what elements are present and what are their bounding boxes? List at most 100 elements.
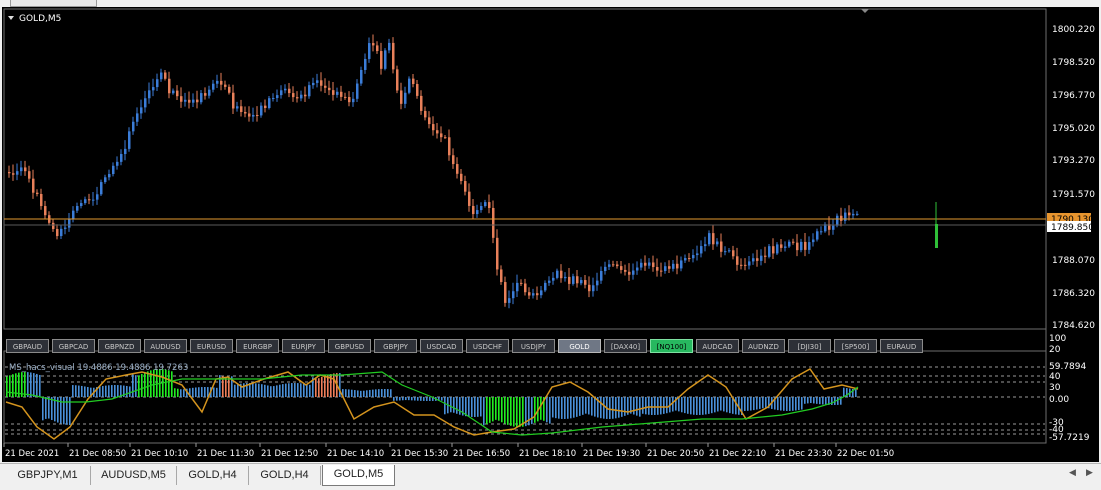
candle-body [776, 244, 779, 254]
symbol-button-dji30[interactable]: [DJI30] [788, 339, 831, 353]
candle-body [648, 262, 651, 266]
indicator-histogram-bar [417, 397, 419, 401]
candle-body [176, 90, 179, 97]
indicator-histogram-bar [303, 383, 305, 397]
indicator-histogram-bar [609, 397, 611, 419]
symbol-button-usdjpy[interactable]: USDJPY [512, 339, 555, 353]
candle-body [476, 210, 479, 215]
candle-body [788, 241, 791, 247]
candle-body [812, 239, 815, 243]
indicator-histogram-bar [12, 374, 14, 397]
time-axis-label: 21 Dec 18:10 [519, 449, 576, 459]
indicator-histogram-bar [822, 397, 824, 405]
indicator-histogram-bar [702, 397, 704, 415]
symbol-button-gbpaud[interactable]: GBPAUD [6, 339, 49, 353]
candle-body [636, 267, 639, 271]
candle-body [268, 98, 271, 109]
symbol-button-gbpcad[interactable]: GBPCAD [52, 339, 95, 353]
symbol-button-eurjpy[interactable]: EURJPY [282, 339, 325, 353]
indicator-histogram-bar [570, 397, 572, 419]
candle-body [428, 117, 431, 125]
tab-scroll-left-icon[interactable]: ◀ [1069, 468, 1076, 478]
time-axis-label: 21 Dec 16:50 [453, 449, 510, 459]
indicator-histogram-bar [288, 383, 290, 397]
indicator-histogram-bar [471, 397, 473, 417]
indicator-histogram-bar [171, 371, 173, 397]
symbol-button-euraud[interactable]: EURAUD [880, 339, 923, 353]
candle-body [420, 95, 423, 111]
indicator-histogram-bar [273, 386, 275, 397]
candle-body [464, 181, 467, 192]
indicator-histogram-bar [579, 397, 581, 416]
candle-body [20, 167, 23, 172]
indicator-histogram-bar [213, 387, 215, 397]
indicator-histogram-bar [789, 397, 791, 411]
indicator-histogram-bar [648, 397, 650, 415]
candle-body [24, 167, 27, 172]
indicator-histogram-bar [9, 375, 11, 397]
symbol-button-gbpnzd[interactable]: GBPNZD [98, 339, 141, 353]
candle-body [212, 83, 215, 90]
symbol-button-dax40[interactable]: [DAX40] [604, 339, 647, 353]
indicator-histogram-bar [453, 397, 455, 413]
candle-body [216, 80, 219, 84]
symbol-button-gbpjpy[interactable]: GBPJPY [374, 339, 417, 353]
symbol-button-sp500[interactable]: [SP500] [834, 339, 877, 353]
tab-gold-h4[interactable]: GOLD,H4 [177, 466, 249, 485]
chart-window[interactable]: GOLD,M5 1800.220 1798.520 1796.770 1795.… [2, 7, 1099, 462]
symbol-button-gold[interactable]: GOLD [558, 339, 601, 353]
candle-body [240, 106, 243, 112]
price-label: 1795.020 [1052, 124, 1095, 134]
indicator-histogram-bar [729, 397, 731, 414]
tab-gold-m5[interactable]: GOLD,M5 [322, 465, 395, 486]
candle-body [756, 258, 759, 261]
tab-gold-h4-2[interactable]: GOLD,H4 [249, 466, 321, 485]
symbol-button-eurgbp[interactable]: EURGBP [236, 339, 279, 353]
indicator-histogram-bar [474, 397, 476, 417]
candle-body [388, 42, 391, 51]
candle-body [304, 94, 307, 97]
candle-body [432, 124, 435, 131]
indicator-histogram-bar [810, 397, 812, 404]
indicator-histogram-bar [102, 386, 104, 397]
indicator-histogram-bar [174, 388, 176, 397]
candle-body [800, 241, 803, 251]
candle-body [80, 203, 83, 207]
symbol-button-usdchf[interactable]: USDCHF [466, 339, 509, 353]
symbol-button-gbpusd[interactable]: GBPUSD [328, 339, 371, 353]
indicator-histogram-bar [75, 385, 77, 397]
tab-scroll-right-icon[interactable]: ▶ [1086, 468, 1093, 478]
indicator-histogram-bar [726, 397, 728, 413]
indicator-histogram-bar [813, 397, 815, 404]
indicator-histogram-bar [339, 373, 341, 397]
indicator-histogram-bar [804, 397, 806, 404]
symbol-button-audnzd[interactable]: AUDNZD [742, 339, 785, 353]
indicator-histogram-bar [333, 373, 335, 397]
indicator-histogram-bar [564, 397, 566, 419]
candle-body [608, 264, 611, 267]
tab-gbpjpy-m1[interactable]: GBPJPY,M1 [5, 466, 91, 485]
candle-body [184, 99, 187, 102]
symbol-button-nq100[interactable]: [NQ100] [650, 339, 693, 353]
candle-body [616, 264, 619, 267]
chart-canvas[interactable]: GOLD,M5 1800.220 1798.520 1796.770 1795.… [2, 7, 1099, 462]
time-axis-label: 21 Dec 20:50 [647, 449, 704, 459]
symbol-button-audusd[interactable]: AUDUSD [144, 339, 187, 353]
candle-body [712, 233, 715, 245]
symbol-button-usdcad[interactable]: USDCAD [420, 339, 463, 353]
candle-body [328, 87, 331, 91]
symbol-button-audcad[interactable]: AUDCAD [696, 339, 739, 353]
indicator-histogram-bar [633, 397, 635, 415]
symbol-button-eurusd[interactable]: EURUSD [190, 339, 233, 353]
candle-body [204, 93, 207, 96]
indicator-histogram-bar [498, 397, 500, 421]
tab-audusd-m5[interactable]: AUDUSD,M5 [91, 466, 177, 485]
indicator-histogram-bar [780, 397, 782, 411]
candle-body [288, 88, 291, 94]
indicator-histogram-bar [405, 397, 407, 401]
candle-body [308, 85, 311, 97]
candle-body [552, 277, 555, 281]
candle-body [564, 276, 567, 279]
candle-body [444, 137, 447, 139]
candle-body [152, 87, 155, 91]
